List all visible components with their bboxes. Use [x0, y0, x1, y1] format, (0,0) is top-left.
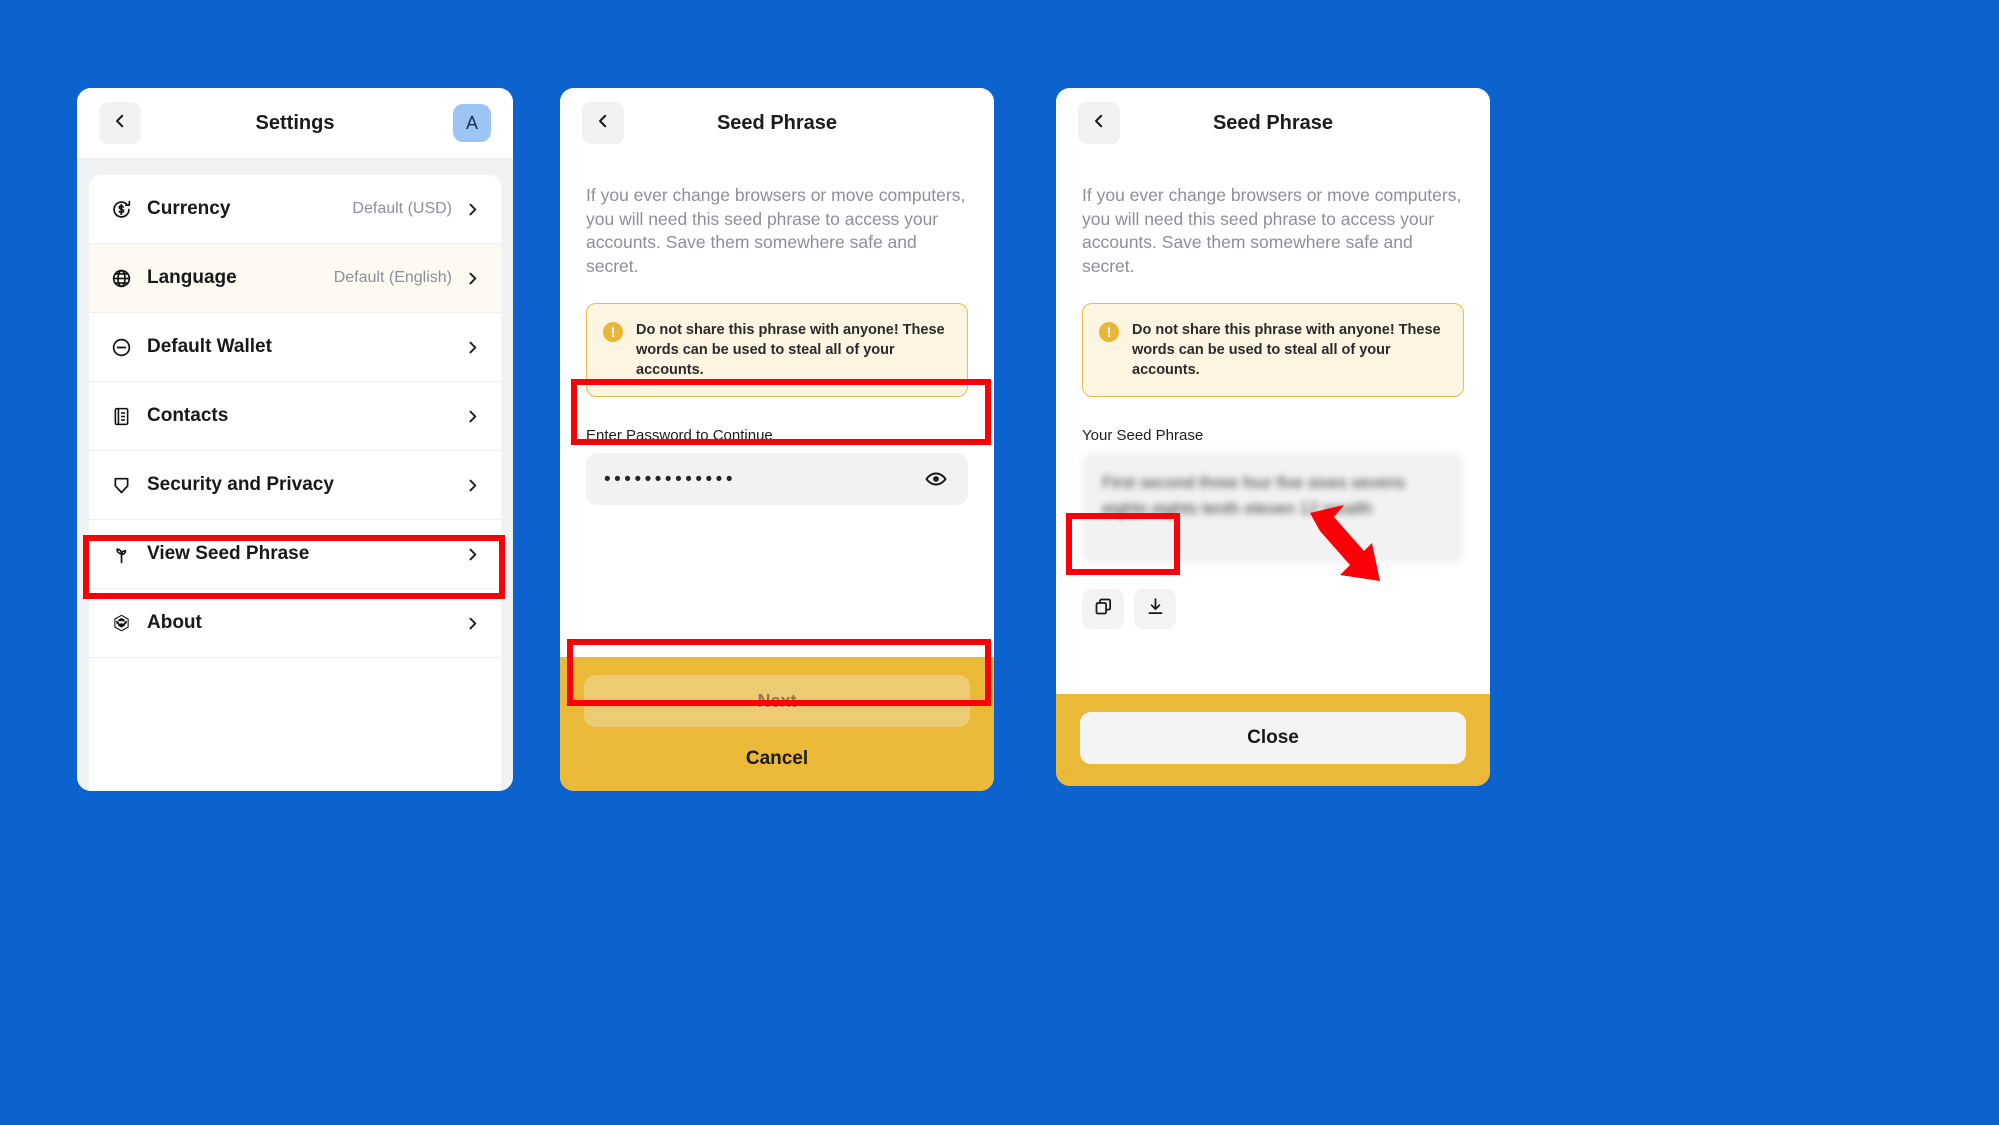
sidebar-item-currency[interactable]: Currency Default (USD)	[89, 175, 501, 244]
sprout-icon	[107, 540, 135, 568]
sidebar-item-label: Default Wallet	[147, 336, 272, 357]
settings-panel: Settings A Currency Default (USD) Langua…	[77, 88, 513, 791]
sidebar-item-view-seed-phrase[interactable]: View Seed Phrase	[89, 520, 501, 589]
seed-phrase-value: First second three four five sixes seven…	[1082, 453, 1464, 564]
seed-content: If you ever change browsers or move comp…	[1056, 158, 1490, 694]
chevron-right-icon	[464, 201, 481, 218]
shield-icon	[107, 471, 135, 499]
seed-topbar: Seed Phrase	[1056, 88, 1490, 158]
sidebar-item-label: View Seed Phrase	[147, 543, 310, 564]
sidebar-item-security-and-privacy[interactable]: Security and Privacy	[89, 451, 501, 520]
seed-phrase-description: If you ever change browsers or move comp…	[586, 185, 966, 276]
cancel-button[interactable]: Cancel	[584, 727, 970, 791]
warning-text: Do not share this phrase with anyone! Th…	[636, 321, 945, 379]
chevron-left-icon	[111, 112, 129, 135]
chevron-right-icon	[464, 615, 481, 632]
sidebar-item-value: Default (English)	[333, 269, 452, 286]
sidebar-item-default-wallet[interactable]: Default Wallet	[89, 313, 501, 382]
back-button[interactable]	[582, 102, 624, 144]
password-footer: Next Cancel	[560, 657, 994, 791]
warning-banner: ! Do not share this phrase with anyone! …	[586, 302, 968, 398]
seed-phrase-panel: Seed Phrase If you ever change browsers …	[1056, 88, 1490, 786]
warning-text: Do not share this phrase with anyone! Th…	[1132, 321, 1441, 379]
seed-footer: Close	[1056, 694, 1490, 786]
settings-topbar: Settings A	[77, 88, 513, 158]
sidebar-item-label: Currency	[147, 198, 231, 219]
chevron-right-icon	[464, 270, 481, 287]
chevron-right-icon	[464, 477, 481, 494]
chevron-right-icon	[464, 546, 481, 563]
sidebar-item-about[interactable]: About	[89, 589, 501, 658]
sidebar-item-language[interactable]: Language Default (English)	[89, 244, 501, 313]
eye-icon[interactable]	[922, 465, 950, 493]
exclamation-circle-icon: !	[1099, 321, 1119, 342]
page-title: Seed Phrase	[1212, 111, 1334, 134]
contacts-book-icon	[107, 402, 135, 430]
sidebar-item-label: Contacts	[147, 405, 229, 426]
password-panel: Seed Phrase If you ever change browsers …	[560, 88, 994, 791]
password-content: If you ever change browsers or move comp…	[560, 158, 994, 657]
password-field-label: Enter Password to Continue	[586, 427, 773, 445]
page-title: Settings	[255, 111, 335, 134]
avatar[interactable]: A	[453, 104, 491, 142]
seed-phrase-action-buttons	[1082, 589, 1464, 630]
exclamation-circle-icon: !	[603, 321, 623, 342]
sidebar-item-contacts[interactable]: Contacts	[89, 382, 501, 451]
minus-circle-icon	[107, 333, 135, 361]
back-button[interactable]	[1078, 102, 1120, 144]
warning-banner: ! Do not share this phrase with anyone! …	[1082, 302, 1464, 398]
copy-button[interactable]	[1082, 589, 1124, 630]
password-masked-value: •••••••••••••	[604, 468, 736, 490]
page-title: Seed Phrase	[716, 111, 838, 134]
next-button[interactable]: Next	[584, 675, 970, 727]
sidebar-item-value: Default (USD)	[352, 200, 452, 217]
seed-phrase-label: Your Seed Phrase	[1082, 427, 1204, 445]
settings-body: Currency Default (USD) Language Default …	[77, 158, 513, 791]
sidebar-item-label: Language	[147, 267, 237, 288]
chevron-right-icon	[464, 339, 481, 356]
sidebar-item-label: About	[147, 612, 202, 633]
cube-icon	[107, 609, 135, 637]
close-button[interactable]: Close	[1080, 712, 1466, 764]
currency-dollar-icon	[107, 195, 135, 223]
chevron-left-icon	[1090, 112, 1108, 135]
chevron-left-icon	[594, 112, 612, 135]
password-topbar: Seed Phrase	[560, 88, 994, 158]
password-input[interactable]: •••••••••••••	[586, 453, 968, 506]
sidebar-item-label: Security and Privacy	[147, 474, 334, 495]
download-icon	[1145, 596, 1166, 622]
chevron-right-icon	[464, 408, 481, 425]
back-button[interactable]	[99, 102, 141, 144]
globe-icon	[107, 264, 135, 292]
seed-phrase-description: If you ever change browsers or move comp…	[1082, 185, 1462, 276]
settings-list: Currency Default (USD) Language Default …	[89, 175, 501, 791]
download-button[interactable]	[1134, 589, 1176, 630]
copy-icon	[1093, 596, 1114, 622]
